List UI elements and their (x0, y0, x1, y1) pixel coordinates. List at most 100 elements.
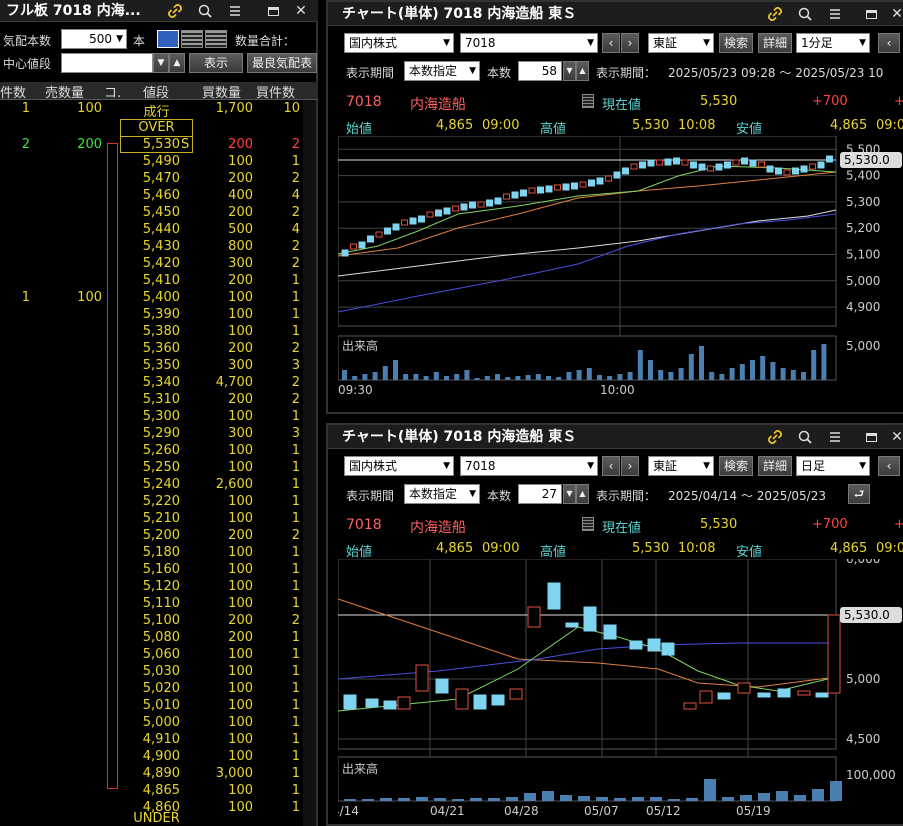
board-row[interactable]: 5,000 100 1 (0, 714, 303, 731)
center-price-input[interactable] (61, 53, 153, 73)
board-row[interactable]: 5,080 200 1 (0, 629, 303, 646)
count-up-button[interactable]: ▲ (576, 484, 589, 504)
board-row[interactable]: 2 200 5,530 S 200 2 (0, 136, 303, 153)
search-button[interactable]: 検索 (719, 33, 753, 53)
close-icon[interactable]: ✕ (288, 0, 314, 22)
count-input[interactable]: 27 (518, 484, 562, 504)
detail-button[interactable]: 詳細 (758, 456, 792, 476)
scroll-left-button[interactable]: ‹ (878, 456, 900, 476)
board-row[interactable]: 5,430 800 2 (0, 238, 303, 255)
candle (800, 165, 808, 173)
board-row[interactable]: 5,020 100 1 (0, 680, 303, 697)
board-row[interactable]: 4,910 100 1 (0, 731, 303, 748)
layout-icon-3[interactable] (205, 30, 227, 48)
link-icon[interactable] (762, 426, 788, 448)
scroll-left-button[interactable]: ‹ (878, 33, 900, 53)
prev-button[interactable]: ‹ (602, 33, 620, 53)
board-row[interactable]: 5,200 200 2 (0, 527, 303, 544)
board-row[interactable]: 5,340 4,700 2 (0, 374, 303, 391)
exchange-select-value: 東証 (653, 36, 678, 50)
count-down-button[interactable]: ▼ (563, 61, 576, 81)
maximize-icon[interactable] (858, 426, 884, 448)
market-select[interactable]: 国内株式 ▼ (344, 33, 454, 53)
board-row[interactable]: 5,010 100 1 (0, 697, 303, 714)
board-row[interactable]: 5,460 400 4 (0, 187, 303, 204)
board-row[interactable]: 5,450 200 2 (0, 204, 303, 221)
count-input[interactable]: 58 (518, 61, 562, 81)
period-mode-select[interactable]: 本数指定 ▼ (404, 61, 480, 81)
board-row[interactable]: 5,250 100 1 (0, 459, 303, 476)
center-dropdown-button[interactable]: ▼ (153, 53, 169, 73)
price-chart[interactable]: 6,000 5,000 4,500 5,530.0 出来高 100,000 4/14 04/2… (338, 559, 903, 826)
board-row[interactable]: 5,360 200 2 (0, 340, 303, 357)
board-scrollbar[interactable] (303, 100, 316, 826)
market-order-row[interactable]: 1 100 成行 1,700 10 (0, 101, 303, 120)
board-row[interactable]: 5,410 200 1 (0, 272, 303, 289)
board-row[interactable]: 5,390 100 1 (0, 306, 303, 323)
search-icon[interactable] (192, 0, 218, 22)
code-select[interactable]: 7018 ▼ (460, 33, 598, 53)
board-row[interactable]: 5,350 300 3 (0, 357, 303, 374)
layout-icon-2[interactable] (181, 30, 203, 48)
board-row[interactable]: 5,060 100 1 (0, 646, 303, 663)
board-row[interactable]: 5,180 100 1 (0, 544, 303, 561)
board-row[interactable]: 5,210 100 1 (0, 510, 303, 527)
menu-icon[interactable] (822, 426, 848, 448)
center-up-button[interactable]: ▲ (169, 53, 185, 73)
next-button[interactable]: › (621, 456, 639, 476)
board-row[interactable]: 5,420 300 2 (0, 255, 303, 272)
candle (647, 638, 661, 652)
detail-button[interactable]: 詳細 (758, 33, 792, 53)
qty-select[interactable]: 500 ▼ (61, 29, 127, 49)
exchange-select[interactable]: 東証 ▼ (648, 456, 714, 476)
refresh-button[interactable]: ⮐ (848, 484, 870, 504)
link-icon[interactable] (162, 0, 188, 22)
list-icon[interactable] (582, 517, 594, 531)
exchange-select[interactable]: 東証 ▼ (648, 33, 714, 53)
menu-icon[interactable] (222, 0, 248, 22)
board-row[interactable]: 4,900 100 1 (0, 748, 303, 765)
board-row[interactable]: 5,240 2,600 1 (0, 476, 303, 493)
board-row[interactable]: 5,110 100 1 (0, 595, 303, 612)
maximize-icon[interactable] (858, 3, 884, 25)
show-button[interactable]: 表示 (189, 53, 243, 73)
period-mode-select[interactable]: 本数指定 ▼ (404, 484, 480, 504)
board-row[interactable]: 5,300 100 1 (0, 408, 303, 425)
list-icon[interactable] (582, 94, 594, 108)
close-icon[interactable]: ✕ (884, 3, 903, 25)
close-icon[interactable]: ✕ (884, 426, 903, 448)
interval-select[interactable]: 日足 ▼ (796, 456, 870, 476)
prev-button[interactable]: ‹ (602, 456, 620, 476)
board-row[interactable]: 5,260 100 1 (0, 442, 303, 459)
count-down-button[interactable]: ▼ (563, 484, 576, 504)
board-row[interactable]: 5,160 100 1 (0, 561, 303, 578)
market-select[interactable]: 国内株式 ▼ (344, 456, 454, 476)
board-row[interactable]: 5,290 300 3 (0, 425, 303, 442)
next-button[interactable]: › (621, 33, 639, 53)
board-row[interactable]: 5,100 200 2 (0, 612, 303, 629)
board-row[interactable]: 4,865 100 1 (0, 782, 303, 799)
count-up-button[interactable]: ▲ (576, 61, 589, 81)
code-select[interactable]: 7018 ▼ (460, 456, 598, 476)
search-button[interactable]: 検索 (719, 456, 753, 476)
search-icon[interactable] (792, 3, 818, 25)
board-row[interactable]: 5,380 100 1 (0, 323, 303, 340)
board-row[interactable]: 5,030 100 1 (0, 663, 303, 680)
interval-select[interactable]: 1分足 ▼ (796, 33, 870, 53)
board-row[interactable]: 1 100 5,400 100 1 (0, 289, 303, 306)
board-row[interactable]: 5,470 200 2 (0, 170, 303, 187)
layout-icon-1[interactable] (157, 30, 179, 48)
board-row[interactable]: 5,440 500 4 (0, 221, 303, 238)
board-row[interactable]: 5,120 100 1 (0, 578, 303, 595)
price-chart[interactable]: 5,6005,5005,4005,3005,2005,1005,0004,900… (338, 136, 903, 414)
maximize-icon[interactable] (260, 0, 286, 22)
board-row[interactable]: 5,310 200 2 (0, 391, 303, 408)
best-quote-button[interactable]: 最良気配表 (247, 53, 317, 73)
menu-icon[interactable] (822, 3, 848, 25)
link-icon[interactable] (762, 3, 788, 25)
board-row[interactable]: 5,220 100 1 (0, 493, 303, 510)
search-icon[interactable] (792, 426, 818, 448)
board-row[interactable]: 4,890 3,000 1 (0, 765, 303, 782)
board-row[interactable]: 5,490 100 1 (0, 153, 303, 170)
row-buy-count: 2 (291, 341, 300, 356)
